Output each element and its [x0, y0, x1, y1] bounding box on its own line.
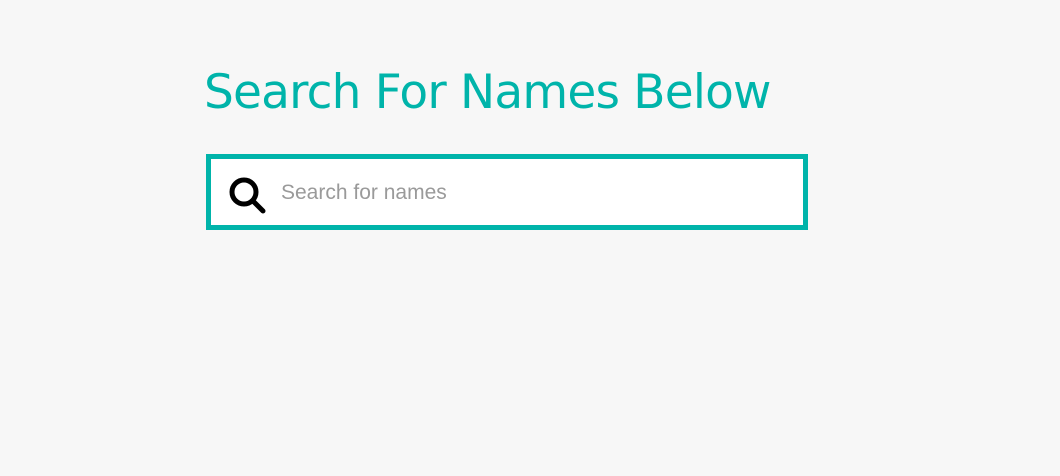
search-box[interactable] [206, 154, 808, 230]
page-title: Search For Names Below [204, 65, 771, 120]
search-icon [229, 177, 266, 214]
search-input[interactable] [281, 164, 791, 222]
